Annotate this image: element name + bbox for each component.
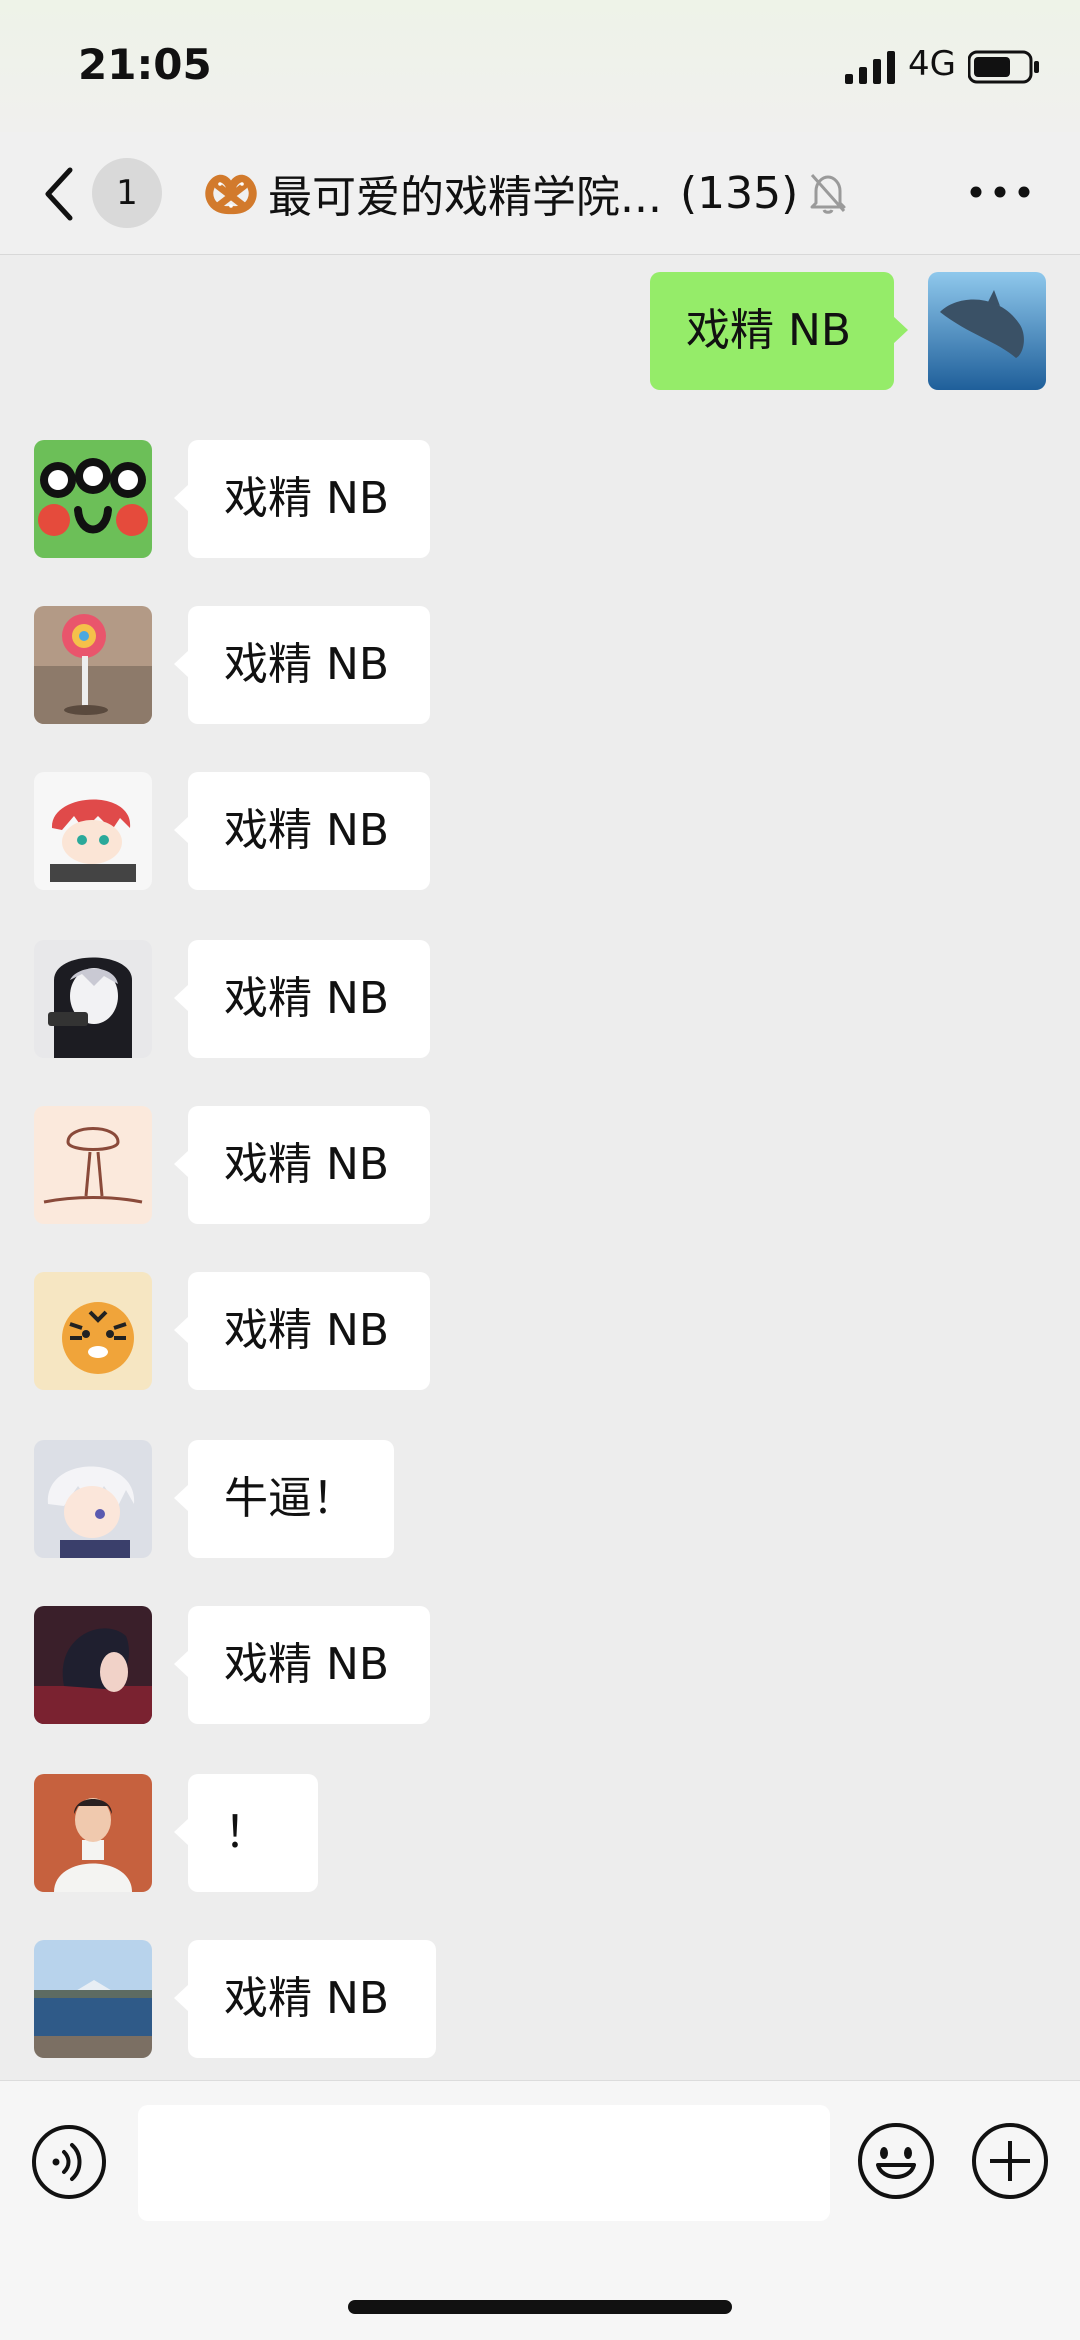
member-message-bubble[interactable]: 戏精 NB [174, 940, 430, 1058]
chat-title[interactable]: 最可爱的戏精学院... (135) [200, 160, 848, 226]
message-row: 戏精 NB [0, 772, 1080, 892]
member-message-bubble[interactable]: 戏精 NB [174, 1272, 430, 1390]
member-avatar[interactable] [34, 606, 152, 724]
member-message-bubble[interactable]: 戏精 NB [174, 1106, 430, 1224]
home-indicator[interactable] [348, 2300, 732, 2314]
add-attachment-icon[interactable] [970, 2121, 1050, 2201]
message-row: 戏精 NB [0, 940, 1080, 1060]
status-bar: 21:05 4G [0, 0, 1080, 132]
message-row: 戏精 NB [0, 1272, 1080, 1392]
my-message-bubble[interactable]: 戏精 NB [650, 272, 908, 390]
member-message-bubble[interactable]: 戏精 NB [174, 772, 430, 890]
signal-strength-icon [845, 51, 895, 84]
message-row: 戏精 NB [0, 272, 1080, 392]
my-avatar[interactable] [928, 272, 1046, 390]
member-avatar[interactable] [34, 1106, 152, 1224]
member-avatar[interactable] [34, 772, 152, 890]
back-arrow-icon[interactable] [40, 164, 80, 224]
status-time: 21:05 [78, 40, 212, 89]
message-input[interactable] [138, 2105, 830, 2221]
message-row: 戏精 NB [0, 1606, 1080, 1726]
member-message-bubble[interactable]: 戏精 NB [174, 440, 430, 558]
chat-header: 1 最可爱的戏精学院... (135) [0, 132, 1080, 255]
voice-input-icon[interactable] [30, 2123, 108, 2201]
member-avatar[interactable] [34, 1774, 152, 1892]
member-avatar[interactable] [34, 940, 152, 1058]
member-avatar[interactable] [34, 1440, 152, 1558]
unread-count-badge[interactable]: 1 [92, 158, 162, 228]
member-message-bubble[interactable]: 戏精 NB [174, 1606, 430, 1724]
message-row: 戏精 NB [0, 440, 1080, 560]
network-type: 4G [908, 44, 956, 84]
emoji-icon[interactable] [856, 2121, 936, 2201]
member-avatar[interactable] [34, 1940, 152, 2058]
message-row: 戏精 NB [0, 606, 1080, 726]
message-row: 戏精 NB [0, 1940, 1080, 2060]
muted-bell-icon [810, 174, 846, 214]
member-message-bubble[interactable]: 戏精 NB [174, 1940, 436, 2058]
member-avatar[interactable] [34, 440, 152, 558]
message-row: 戏精 NB [0, 1106, 1080, 1226]
message-row: ！ [0, 1774, 1080, 1894]
member-avatar[interactable] [34, 1606, 152, 1724]
message-row: 牛逼！ [0, 1440, 1080, 1560]
member-message-bubble[interactable]: 牛逼！ [174, 1440, 394, 1558]
member-message-bubble[interactable]: 戏精 NB [174, 606, 430, 724]
battery-icon [968, 50, 1039, 84]
member-message-bubble[interactable]: ！ [174, 1774, 318, 1892]
member-avatar[interactable] [34, 1272, 152, 1390]
group-name: 最可爱的戏精学院... [268, 172, 662, 223]
member-count: (135) [679, 167, 799, 219]
more-options-icon[interactable] [968, 178, 1032, 206]
pretzel-emoji-icon [205, 174, 257, 215]
